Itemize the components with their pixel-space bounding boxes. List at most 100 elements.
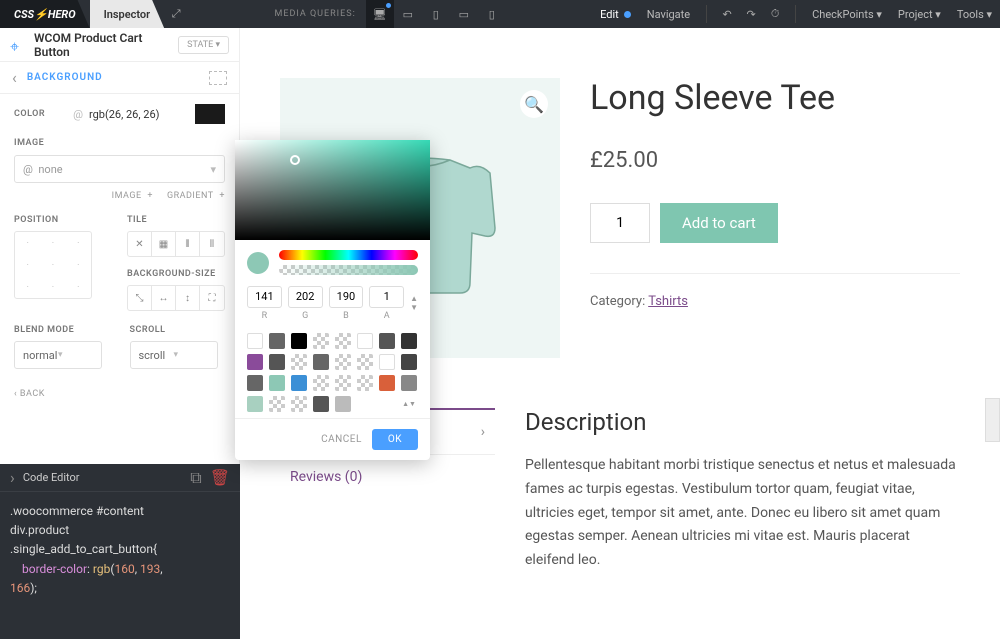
device-tablet-landscape-button[interactable]: ▭ xyxy=(450,0,478,28)
format-toggle[interactable]: ▲▼ xyxy=(410,294,418,312)
swatch[interactable] xyxy=(335,375,351,391)
pos-mc[interactable]: · xyxy=(40,254,65,276)
pos-bl[interactable]: · xyxy=(15,276,40,298)
g-input[interactable] xyxy=(288,286,323,308)
edit-mode-toggle[interactable]: Edit xyxy=(592,8,639,21)
alpha-slider[interactable] xyxy=(279,265,418,275)
swatch[interactable] xyxy=(269,375,285,391)
pos-tc[interactable]: · xyxy=(40,232,65,254)
swatch[interactable] xyxy=(401,354,417,370)
color-value-input[interactable] xyxy=(89,108,189,121)
bgsize-contain-button[interactable]: ↔ xyxy=(152,286,176,310)
copy-icon[interactable]: ⧉ xyxy=(190,468,201,488)
swatch[interactable] xyxy=(379,333,395,349)
quantity-input[interactable] xyxy=(590,203,650,243)
swatch[interactable] xyxy=(401,375,417,391)
pos-br[interactable]: · xyxy=(66,276,91,298)
device-tablet-button[interactable]: ▯ xyxy=(422,0,450,28)
tile-none-button[interactable]: ✕ xyxy=(128,232,152,256)
gradient-add-button[interactable]: GRADIENT + xyxy=(167,191,225,201)
a-input[interactable] xyxy=(369,286,404,308)
project-menu[interactable]: Project ▾ xyxy=(890,8,949,21)
chevron-right-icon: › xyxy=(481,424,485,440)
code-collapse-icon[interactable]: › xyxy=(10,468,15,487)
swatch[interactable] xyxy=(379,354,395,370)
g-label: G xyxy=(288,311,323,321)
tile-x-button[interactable]: ⫴ xyxy=(176,232,200,256)
swatch[interactable] xyxy=(313,333,329,349)
saturation-field[interactable] xyxy=(235,140,430,240)
swatch-mode-toggle[interactable]: ▲▼ xyxy=(401,396,417,412)
ok-button[interactable]: OK xyxy=(372,429,418,450)
bgsize-auto-button[interactable]: ⤡ xyxy=(128,286,152,310)
swatch[interactable] xyxy=(247,396,263,412)
swatch[interactable] xyxy=(401,333,417,349)
color-cursor[interactable] xyxy=(290,155,300,165)
add-to-cart-button[interactable]: Add to cart xyxy=(660,203,778,243)
swatch[interactable] xyxy=(357,354,373,370)
swatch[interactable] xyxy=(313,396,329,412)
swatch[interactable] xyxy=(335,396,351,412)
pos-tl[interactable]: · xyxy=(15,232,40,254)
device-desktop-button[interactable]: 🖥 xyxy=(366,0,394,28)
swatch[interactable] xyxy=(313,375,329,391)
bgsize-cover-button[interactable]: ↕ xyxy=(176,286,200,310)
inspector-tab[interactable]: Inspector xyxy=(90,0,165,28)
swatch[interactable] xyxy=(269,333,285,349)
pos-tr[interactable]: · xyxy=(66,232,91,254)
swatch[interactable] xyxy=(357,375,373,391)
swatch[interactable] xyxy=(335,333,351,349)
image-add-button[interactable]: IMAGE + xyxy=(112,191,153,201)
tile-y-button[interactable]: ⦀ xyxy=(200,232,224,256)
swatch[interactable] xyxy=(291,354,307,370)
code-body[interactable]: .woocommerce #content div.product .singl… xyxy=(0,492,240,608)
swatch[interactable] xyxy=(291,396,307,412)
scroll-dropdown[interactable]: scroll▾ xyxy=(130,341,218,369)
device-phone-button[interactable]: ▯ xyxy=(478,0,506,28)
tools-menu[interactable]: Tools ▾ xyxy=(949,8,1000,21)
swatch[interactable] xyxy=(357,333,373,349)
hue-slider[interactable] xyxy=(279,250,418,260)
b-input[interactable] xyxy=(329,286,364,308)
property-nav: ‹ BACKGROUND xyxy=(0,62,239,94)
history-icon[interactable]: ⏱ xyxy=(763,0,787,28)
swatch[interactable] xyxy=(291,333,307,349)
r-input[interactable] xyxy=(247,286,282,308)
swatch[interactable] xyxy=(313,354,329,370)
swatch[interactable] xyxy=(247,354,263,370)
state-dropdown[interactable]: STATE ▾ xyxy=(178,36,229,54)
scroll-to-top-button[interactable] xyxy=(985,398,1000,442)
swatch[interactable] xyxy=(247,333,263,349)
swatch[interactable] xyxy=(379,375,395,391)
blend-mode-dropdown[interactable]: normal▾ xyxy=(14,341,102,369)
color-swatch[interactable] xyxy=(195,104,225,124)
snippet-icon[interactable] xyxy=(209,71,227,85)
swatch[interactable] xyxy=(247,375,263,391)
bgsize-custom-button[interactable]: ⛶ xyxy=(200,286,224,310)
cancel-button[interactable]: CANCEL xyxy=(321,429,362,450)
position-grid[interactable]: ··· ··· ··· xyxy=(14,231,92,299)
zoom-icon[interactable]: 🔍 xyxy=(520,90,548,118)
redo-icon[interactable]: ↷ xyxy=(739,0,763,28)
expand-icon[interactable]: ⤢ xyxy=(164,0,188,28)
device-laptop-button[interactable]: ▭ xyxy=(394,0,422,28)
tab-reviews[interactable]: Reviews (0) xyxy=(280,454,495,499)
swatch[interactable] xyxy=(269,354,285,370)
trash-icon[interactable]: 🗑 xyxy=(210,468,230,487)
category-link[interactable]: Tshirts xyxy=(648,294,688,309)
navigate-mode-toggle[interactable]: Navigate xyxy=(639,8,698,21)
chevron-down-icon[interactable]: ▾ xyxy=(210,163,216,176)
swatch[interactable] xyxy=(291,375,307,391)
pos-ml[interactable]: · xyxy=(15,254,40,276)
swatch[interactable] xyxy=(269,396,285,412)
back-button[interactable]: ‹ BACK xyxy=(0,379,239,409)
image-field[interactable]: @ none ▾ xyxy=(14,155,225,183)
pos-bc[interactable]: · xyxy=(40,276,65,298)
pos-mr[interactable]: · xyxy=(66,254,91,276)
target-icon[interactable]: ⌖ xyxy=(10,37,26,53)
nav-back-arrow[interactable]: ‹ xyxy=(12,68,17,87)
undo-icon[interactable]: ↶ xyxy=(715,0,739,28)
checkpoints-menu[interactable]: CheckPoints ▾ xyxy=(804,8,890,21)
tile-both-button[interactable]: ▦ xyxy=(152,232,176,256)
swatch[interactable] xyxy=(335,354,351,370)
